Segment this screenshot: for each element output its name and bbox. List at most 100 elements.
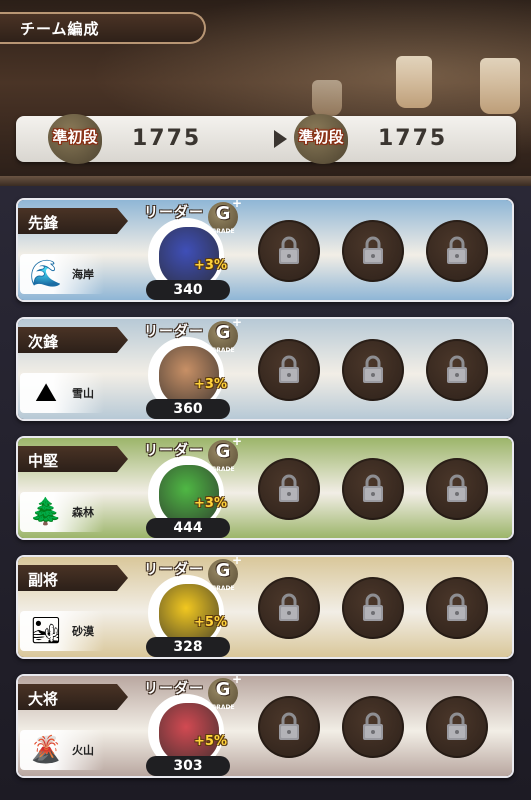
team-slot[interactable]: 副将 🏜 砂漠 リーダー G + GRADE +5% 328 (16, 555, 514, 659)
lock-icon (279, 712, 299, 740)
grade-caption: GRADE (211, 347, 235, 354)
lock-icon (279, 593, 299, 621)
lantern-decoration (312, 80, 342, 116)
grade-caption: GRADE (211, 466, 235, 473)
locked-member-slot[interactable] (342, 339, 404, 401)
rank-badge-next: 準初段 (286, 112, 356, 166)
terrain-tag: 🌋 火山 (20, 730, 104, 770)
locked-member-slot[interactable] (342, 458, 404, 520)
snow-mountain-icon: ⛰ (35, 378, 57, 408)
grade-plus: + (231, 198, 242, 210)
lock-icon (447, 712, 467, 740)
terrain-tag: 🌲 森林 (20, 492, 104, 532)
grade-letter: G (215, 322, 231, 343)
terrain-tag: ⛰ 雪山 (20, 373, 104, 413)
bonus-percent: +3% (194, 496, 227, 511)
leader-label: リーダー (144, 562, 204, 578)
locked-member-slot[interactable] (426, 339, 488, 401)
terrain-label: 砂漠 (72, 625, 94, 638)
creature-avatar (159, 346, 219, 406)
locked-member-slot[interactable] (258, 220, 320, 282)
lock-icon (447, 355, 467, 383)
bonus-percent: +5% (194, 615, 227, 630)
locked-member-slot[interactable] (258, 577, 320, 639)
grade-letter: G (215, 441, 231, 462)
lock-icon (447, 474, 467, 502)
team-slot[interactable]: 中堅 🌲 森林 リーダー G + GRADE +3% 444 (16, 436, 514, 540)
grade-plus: + (231, 317, 242, 329)
terrain-label: 雪山 (72, 387, 94, 400)
locked-member-slot[interactable] (258, 458, 320, 520)
lock-icon (363, 355, 383, 383)
lock-icon (447, 593, 467, 621)
grade-badge: G + GRADE (208, 200, 242, 235)
grade-badge: G + GRADE (208, 319, 242, 354)
lock-icon (279, 474, 299, 502)
grade-badge: G + GRADE (208, 557, 242, 592)
forest-icon: 🌲 (29, 497, 63, 527)
terrain-tag: 🌊 海岸 (20, 254, 104, 294)
team-slot[interactable]: 大将 🌋 火山 リーダー G + GRADE +5% 303 (16, 674, 514, 778)
grade-letter: G (215, 203, 231, 224)
terrain-label: 森林 (72, 506, 94, 519)
bonus-percent: +5% (194, 734, 227, 749)
creature-avatar (159, 465, 219, 525)
rank-badge-label: 準初段 (298, 128, 344, 146)
locked-member-slot[interactable] (258, 696, 320, 758)
grade-caption: GRADE (211, 704, 235, 711)
team-slot[interactable]: 先鋒 🌊 海岸 リーダー G + GRADE +3% 340 (16, 198, 514, 302)
rank-badge-current: 準初段 (40, 112, 110, 166)
creature-avatar (159, 584, 219, 644)
lock-icon (363, 593, 383, 621)
desert-icon: 🏜 (29, 616, 63, 646)
slot-position-label: 副将 (18, 565, 128, 591)
locked-member-slot[interactable] (426, 458, 488, 520)
rank-bar: 準初段 1775 準初段 1775 (16, 114, 516, 164)
grade-plus: + (231, 555, 242, 567)
bonus-percent: +3% (194, 258, 227, 273)
leader-label: リーダー (144, 324, 204, 340)
locked-member-slot[interactable] (342, 577, 404, 639)
grade-caption: GRADE (211, 585, 235, 592)
grade-plus: + (231, 436, 242, 448)
grade-caption: GRADE (211, 228, 235, 235)
grade-badge: G + GRADE (208, 438, 242, 473)
lock-icon (279, 355, 299, 383)
locked-member-slot[interactable] (426, 696, 488, 758)
lock-icon (363, 474, 383, 502)
slot-position-label: 大将 (18, 684, 128, 710)
divider (0, 176, 531, 186)
locked-member-slot[interactable] (426, 220, 488, 282)
locked-member-slot[interactable] (426, 577, 488, 639)
power-value: 444 (146, 518, 230, 538)
lantern-decoration (480, 58, 520, 114)
grade-badge: G + GRADE (208, 676, 242, 711)
slot-position-label: 先鋒 (18, 208, 128, 234)
locked-member-slot[interactable] (342, 220, 404, 282)
team-slot[interactable]: 次鋒 ⛰ 雪山 リーダー G + GRADE +3% 360 (16, 317, 514, 421)
grade-plus: + (231, 674, 242, 686)
terrain-label: 火山 (72, 744, 94, 757)
terrain-tag: 🏜 砂漠 (20, 611, 104, 651)
rank-value-next: 1775 (378, 126, 448, 151)
power-value: 303 (146, 756, 230, 776)
page-title: チーム編成 (0, 12, 206, 44)
lock-icon (363, 236, 383, 264)
rank-value-current: 1775 (132, 126, 202, 151)
locked-member-slot[interactable] (258, 339, 320, 401)
grade-letter: G (215, 560, 231, 581)
lock-icon (363, 712, 383, 740)
wave-icon: 🌊 (29, 259, 63, 289)
lock-icon (447, 236, 467, 264)
lock-icon (279, 236, 299, 264)
power-value: 340 (146, 280, 230, 300)
leader-label: リーダー (144, 205, 204, 221)
rank-badge-label: 準初段 (52, 128, 98, 146)
lantern-decoration (396, 56, 432, 108)
terrain-label: 海岸 (72, 268, 94, 281)
power-value: 328 (146, 637, 230, 657)
slot-position-label: 中堅 (18, 446, 128, 472)
locked-member-slot[interactable] (342, 696, 404, 758)
leader-label: リーダー (144, 443, 204, 459)
grade-letter: G (215, 679, 231, 700)
